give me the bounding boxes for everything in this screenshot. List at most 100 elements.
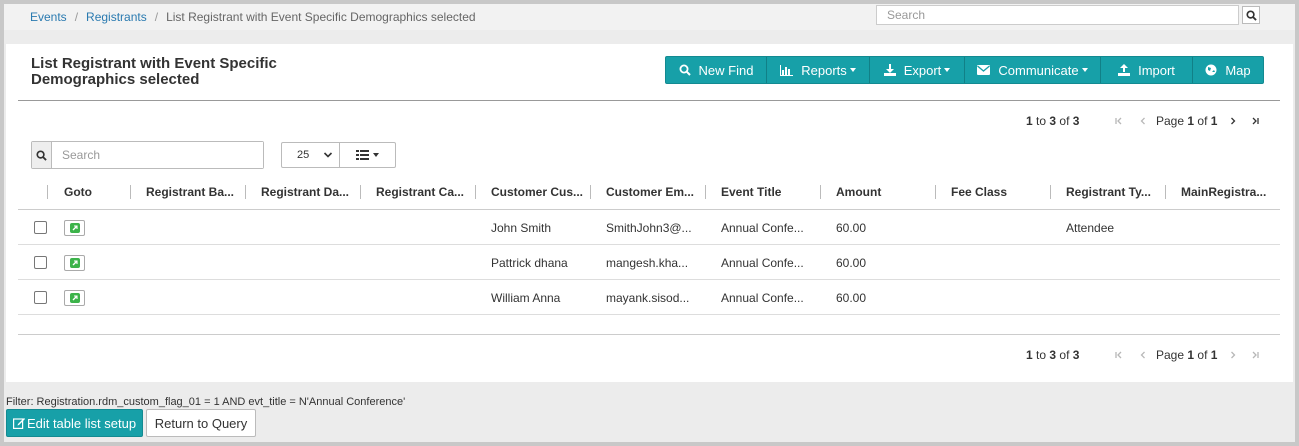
search-icon: [1245, 9, 1257, 21]
column-header[interactable]: Customer Cus...: [491, 174, 589, 210]
breadcrumb-separator: /: [74, 10, 79, 24]
column-divider: [820, 185, 821, 199]
record-to: 3: [1049, 114, 1057, 128]
chevron-down-icon: [373, 153, 379, 157]
column-header[interactable]: Customer Em...: [606, 174, 704, 210]
edit-label: Edit table list setup: [26, 415, 137, 431]
row-checkbox[interactable]: [34, 221, 47, 234]
column-header[interactable]: Registrant Ba...: [146, 174, 244, 210]
column-header[interactable]: Event Title: [721, 174, 819, 210]
goto-button[interactable]: [64, 220, 85, 236]
pagination-top: Page 1 of 1: [1111, 113, 1263, 129]
map-button[interactable]: Map: [1193, 57, 1263, 83]
grid-search: [31, 141, 264, 169]
globe-icon: [1205, 64, 1217, 76]
column-divider: [1050, 185, 1051, 199]
global-search-input[interactable]: [876, 5, 1239, 25]
page-size-value: 25: [297, 149, 310, 161]
main-panel: List Registrant with Event Specific Demo…: [6, 44, 1293, 382]
record-from: 1: [1026, 348, 1033, 362]
to-word: to: [1036, 114, 1047, 128]
import-label: Import: [1138, 62, 1175, 78]
column-chooser-button[interactable]: [339, 142, 396, 168]
open-link-icon: [69, 223, 80, 233]
filter-text: Filter: Registration.rdm_custom_flag_01 …: [6, 396, 406, 408]
table-row: Pattrick dhana mangesh.kha... Annual Con…: [18, 245, 1280, 280]
column-divider: [130, 185, 131, 199]
column-header[interactable]: MainRegistra...: [1181, 174, 1279, 210]
envelope-icon: [977, 65, 991, 75]
return-to-query-button[interactable]: Return to Query: [146, 409, 256, 437]
column-divider: [47, 185, 48, 199]
divider: [18, 100, 1280, 101]
next-page-icon[interactable]: [1225, 113, 1241, 129]
goto-button[interactable]: [64, 290, 85, 306]
record-to: 3: [1049, 348, 1057, 362]
pagination-bottom: Page 1 of 1: [1111, 347, 1263, 363]
goto-button[interactable]: [64, 255, 85, 271]
open-link-icon: [69, 293, 80, 303]
global-search-button[interactable]: [1242, 6, 1260, 24]
export-button[interactable]: Export: [870, 57, 965, 83]
breadcrumb: Events / Registrants / List Registrant w…: [30, 8, 476, 26]
page-word: Page: [1156, 114, 1185, 128]
column-divider: [1165, 185, 1166, 199]
prev-page-icon[interactable]: [1135, 347, 1151, 363]
column-divider: [935, 185, 936, 199]
column-header[interactable]: Fee Class: [951, 174, 1049, 210]
import-button[interactable]: Import: [1101, 57, 1193, 83]
open-link-icon: [69, 258, 80, 268]
download-icon: [883, 64, 896, 76]
last-page-icon[interactable]: [1247, 347, 1263, 363]
communicate-button[interactable]: Communicate: [965, 57, 1101, 83]
page-size-select[interactable]: 25: [281, 142, 340, 168]
prev-page-icon[interactable]: [1135, 113, 1151, 129]
column-divider: [245, 185, 246, 199]
row-checkbox[interactable]: [34, 256, 47, 269]
breadcrumb-events-link[interactable]: Events: [30, 10, 67, 24]
grid-search-input[interactable]: [52, 142, 263, 168]
new-find-button[interactable]: New Find: [666, 57, 767, 83]
edit-table-list-setup-button[interactable]: Edit table list setup: [6, 409, 143, 437]
breadcrumb-registrants-link[interactable]: Registrants: [86, 10, 147, 24]
page-title-line1: List Registrant with Event Specific: [31, 55, 277, 72]
column-divider: [590, 185, 591, 199]
communicate-label: Communicate: [998, 62, 1079, 78]
list-icon: [356, 150, 369, 160]
record-count-top: 1 to 3 of 3: [1026, 113, 1079, 129]
first-page-icon[interactable]: [1111, 347, 1127, 363]
page-word: Page: [1156, 348, 1185, 362]
map-label: Map: [1225, 62, 1251, 78]
column-divider: [705, 185, 706, 199]
upload-icon: [1118, 64, 1131, 76]
column-header[interactable]: Amount: [836, 174, 934, 210]
page-count: 1: [1210, 348, 1218, 362]
reports-button[interactable]: Reports: [767, 57, 870, 83]
column-header-goto[interactable]: Goto: [64, 174, 130, 210]
first-page-icon[interactable]: [1111, 113, 1127, 129]
last-page-icon[interactable]: [1247, 113, 1263, 129]
registrant-type-cell: Attendee: [1066, 220, 1115, 235]
email-cell: mangesh.kha...: [606, 255, 689, 270]
page-count: 1: [1210, 114, 1218, 128]
chevron-down-icon: [849, 68, 856, 72]
email-cell: SmithJohn3@...: [606, 220, 692, 235]
column-divider: [360, 185, 361, 199]
next-page-icon[interactable]: [1225, 347, 1241, 363]
column-header[interactable]: Registrant Ty...: [1066, 174, 1164, 210]
customer-cell: Pattrick dhana: [491, 255, 568, 270]
search-icon: [679, 64, 691, 76]
breadcrumb-current: List Registrant with Event Specific Demo…: [166, 10, 476, 24]
column-header[interactable]: Registrant Ca...: [376, 174, 474, 210]
amount-cell: 60.00: [836, 220, 867, 235]
email-cell: mayank.sisod...: [606, 290, 690, 305]
row-checkbox[interactable]: [34, 291, 47, 304]
new-find-label: New Find: [698, 62, 754, 78]
of-word: of: [1059, 348, 1070, 362]
event-cell: Annual Confe...: [721, 220, 804, 235]
edit-icon: [12, 418, 25, 429]
table-row: William Anna mayank.sisod... Annual Conf…: [18, 280, 1280, 315]
column-header[interactable]: Registrant Da...: [261, 174, 359, 210]
of-word: of: [1197, 114, 1208, 128]
table-header: Goto Registrant Ba... Registrant Da... R…: [18, 174, 1280, 210]
